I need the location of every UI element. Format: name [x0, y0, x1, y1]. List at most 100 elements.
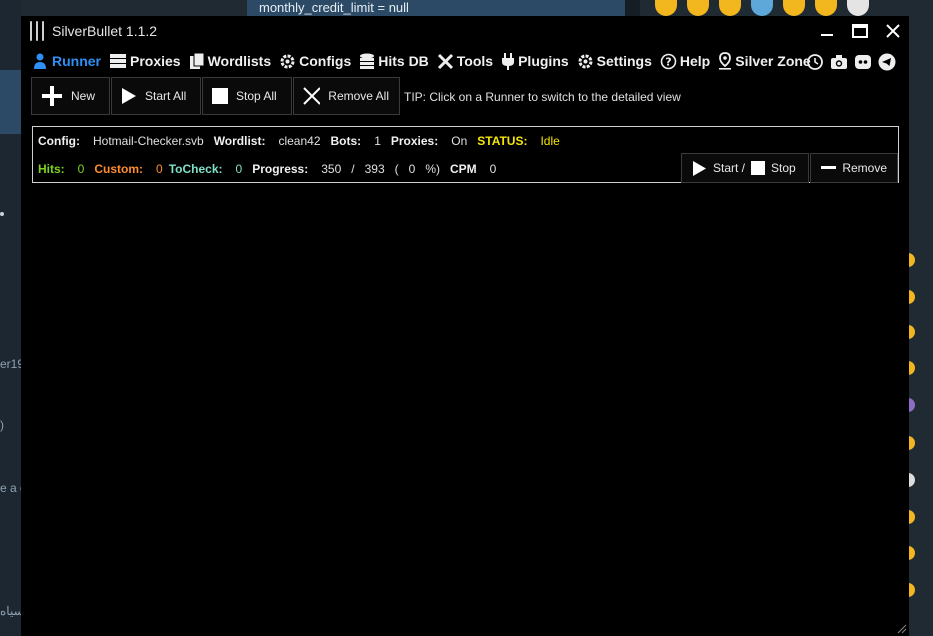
title-bar[interactable]: SilverBullet 1.1.2	[21, 16, 909, 46]
progress-label: Progress:	[252, 162, 309, 176]
minimize-button[interactable]	[811, 16, 843, 46]
menu-item-label: Settings	[596, 53, 652, 69]
silverbullet-window: SilverBullet 1.1.2 Runner Proxies Wordli…	[21, 16, 909, 636]
database-icon	[360, 53, 375, 69]
progress-done: 350	[321, 162, 342, 176]
progress-percent: 0	[408, 162, 416, 176]
start-all-label: Start All	[145, 89, 187, 103]
hits-value: 0	[77, 162, 85, 176]
play-icon	[693, 160, 706, 176]
menu-item-label: Help	[679, 53, 711, 69]
play-icon	[122, 88, 136, 104]
status-value: Idle	[540, 134, 560, 148]
menu-item-runner[interactable]: Runner	[31, 52, 101, 70]
tip-text: TIP: Click on a Runner to switch to the …	[404, 90, 681, 104]
telegram-icon[interactable]	[877, 52, 897, 72]
menu-item-help[interactable]: ? Help	[660, 53, 710, 70]
menu-item-wordlists[interactable]: Wordlists	[189, 52, 272, 70]
plug-icon	[502, 52, 515, 70]
menu-item-label: Runner	[52, 53, 101, 69]
camera-icon[interactable]	[829, 52, 849, 72]
runner-start-stop-button[interactable]: Start / Stop	[681, 153, 809, 183]
menu-item-hits-db[interactable]: Hits DB	[359, 53, 429, 70]
emoji-icon[interactable]	[815, 0, 837, 16]
tocheck-value: 0	[235, 162, 243, 176]
menu-item-tools[interactable]: Tools	[437, 53, 493, 70]
maximize-button[interactable]	[844, 16, 876, 46]
new-button-label: New	[71, 89, 96, 103]
menu-item-label: Silver Zone	[735, 53, 811, 69]
minus-icon	[821, 166, 837, 169]
gear-icon	[280, 54, 295, 68]
runner-info-row: Config: Hotmail-Checker.svb Wordlist: cl…	[38, 134, 570, 148]
bots-value: 1	[374, 134, 381, 148]
emoji-icon[interactable]	[687, 0, 709, 16]
emoji-icon[interactable]	[719, 0, 741, 16]
remove-label: Remove	[842, 161, 887, 175]
plus-icon	[42, 86, 62, 106]
menu-item-label: Hits DB	[378, 53, 429, 69]
menu-item-proxies[interactable]: Proxies	[109, 53, 181, 69]
svg-text:?: ?	[665, 55, 671, 68]
progress-open-paren: (	[394, 162, 399, 176]
emoji-icon[interactable]	[751, 0, 773, 16]
custom-label: Custom:	[94, 162, 144, 176]
background-selected-item	[0, 70, 22, 134]
skull-emoji-icon[interactable]	[847, 0, 869, 16]
map-pin-icon	[719, 52, 732, 70]
remove-all-button[interactable]: Remove All	[293, 77, 400, 115]
hits-label: Hits:	[38, 162, 65, 176]
background-text-fragment: )	[0, 418, 4, 432]
stop-icon	[212, 88, 228, 104]
emoji-icon[interactable]	[783, 0, 805, 16]
close-icon	[886, 24, 900, 38]
menu-item-label: Wordlists	[207, 53, 272, 69]
runner-card[interactable]: Config: Hotmail-Checker.svb Wordlist: cl…	[32, 126, 899, 183]
files-icon	[189, 52, 205, 69]
status-label: STATUS:	[477, 134, 528, 148]
menu-item-configs[interactable]: Configs	[279, 53, 351, 70]
menu-item-label: Tools	[456, 53, 494, 69]
menu-item-plugins[interactable]: Plugins	[501, 52, 569, 70]
x-icon	[303, 87, 321, 105]
menu-item-label: Proxies	[130, 53, 181, 69]
start-label: Start /	[713, 161, 746, 175]
runner-stats-row: Hits: 0 Custom: 0 ToCheck: 0 Progress: 3…	[38, 162, 506, 176]
menu-item-label: Configs	[299, 53, 352, 69]
progress-separator: /	[351, 162, 355, 176]
main-menu: Runner Proxies Wordlists Configs Hits DB…	[31, 50, 819, 72]
config-label: Config:	[38, 134, 80, 148]
proxies-label: Proxies:	[390, 134, 439, 148]
background-code-line: monthly_credit_limit = null	[247, 0, 625, 16]
gear-icon	[578, 54, 593, 68]
history-icon[interactable]	[805, 52, 825, 72]
app-logo-icon	[29, 21, 45, 41]
emoji-icon[interactable]	[655, 0, 677, 16]
discord-icon[interactable]	[853, 52, 873, 72]
runner-toolbar: New Start All Stop All Remove All	[31, 77, 401, 115]
emoji-picker-row	[655, 0, 869, 16]
start-all-button[interactable]: Start All	[111, 77, 201, 115]
new-runner-button[interactable]: New	[31, 77, 110, 115]
stop-all-button[interactable]: Stop All	[202, 77, 292, 115]
stop-icon	[751, 161, 766, 175]
menu-item-settings[interactable]: Settings	[577, 53, 652, 70]
runner-remove-button[interactable]: Remove	[810, 153, 898, 183]
background-code-text: monthly_credit_limit = null	[259, 0, 409, 15]
background-divider	[625, 0, 640, 16]
stop-label: Stop	[771, 161, 796, 175]
close-button[interactable]	[877, 16, 909, 46]
minimize-icon	[821, 34, 833, 36]
proxies-value: On	[451, 134, 468, 148]
runner-icon	[34, 53, 46, 69]
tocheck-label: ToCheck:	[168, 162, 223, 176]
config-value: Hotmail-Checker.svb	[92, 134, 204, 148]
custom-value: 0	[156, 162, 163, 176]
wordlist-label: Wordlist:	[213, 134, 266, 148]
bots-label: Bots:	[330, 134, 362, 148]
question-icon: ?	[660, 53, 677, 69]
background-bullet	[0, 212, 4, 216]
menu-item-silver-zone[interactable]: Silver Zone	[718, 52, 811, 70]
server-icon	[110, 54, 126, 68]
resize-grip-icon[interactable]	[897, 624, 907, 634]
